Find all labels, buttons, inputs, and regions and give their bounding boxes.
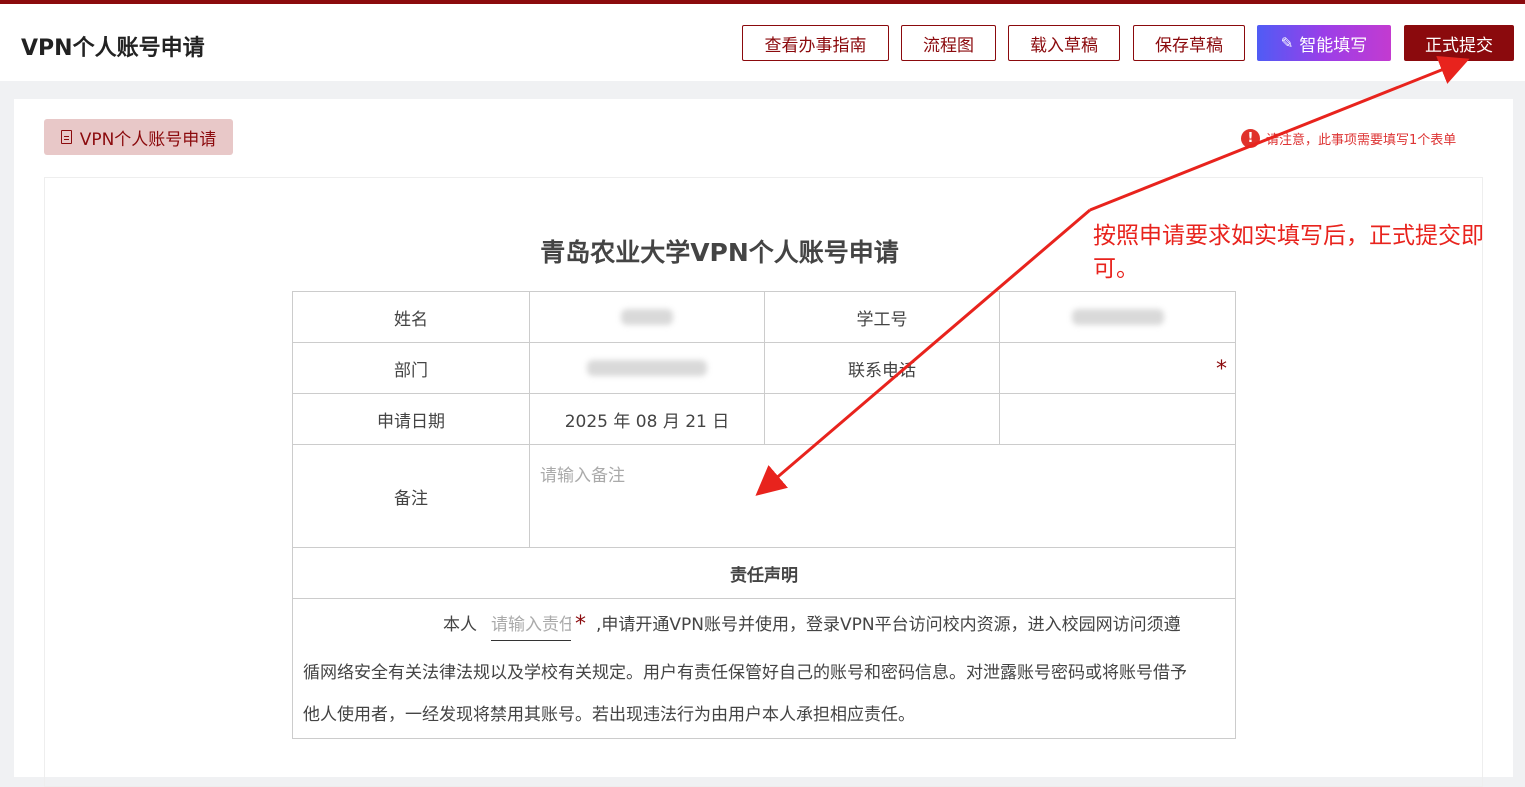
empty-cell — [764, 393, 1000, 445]
declaration-line-3: 他人使用者，一经发现将禁用其账号。若出现违法行为由用户本人承担相应责任。 — [303, 705, 915, 725]
phone-field[interactable]: * — [999, 342, 1236, 394]
table-row: 申请日期 2025 年 08 月 21 日 — [292, 393, 1236, 445]
form-count-notice: ! 请注意，此事项需要填写1个表单 — [1241, 127, 1456, 149]
date-label: 申请日期 — [292, 393, 530, 445]
magic-wand-icon: ✎ — [1280, 34, 1294, 52]
document-icon — [60, 130, 72, 144]
table-row: 备注 请输入备注 — [292, 444, 1236, 548]
smart-fill-button[interactable]: ✎ 智能填写 — [1257, 25, 1391, 61]
table-row: 责任声明 — [292, 547, 1236, 599]
declaration-body: 本人请输入责任人* ,申请开通VPN账号并使用，登录VPN平台访问校内资源，进入校… — [292, 598, 1236, 739]
declaration-line-2: 循网络安全有关法律法规以及学校有关规定。用户有责任保管好自己的账号和密码信息。对… — [303, 663, 1187, 683]
warning-icon: ! — [1241, 128, 1260, 148]
dept-value[interactable] — [529, 342, 765, 394]
page-title: VPN个人账号申请 — [21, 36, 205, 61]
responsible-person-input[interactable]: 请输入责任人 — [491, 610, 571, 641]
declaration-heading: 责任声明 — [292, 547, 1236, 599]
table-row: 姓名 学工号 — [292, 291, 1236, 343]
flowchart-button[interactable]: 流程图 — [901, 25, 996, 61]
name-value[interactable] — [529, 291, 765, 343]
redacted-id — [1071, 309, 1164, 325]
save-draft-button[interactable]: 保存草稿 — [1133, 25, 1245, 61]
notice-text: 请注意，此事项需要填写1个表单 — [1266, 132, 1457, 148]
phone-label: 联系电话 — [764, 342, 1000, 394]
redacted-name — [621, 309, 673, 325]
application-form-table: 姓名 学工号 部门 联系电话 * 申请日期 2025 年 08 月 21 日 备… — [292, 291, 1236, 739]
date-value[interactable]: 2025 年 08 月 21 日 — [529, 393, 765, 445]
declaration-prefix: 本人 — [443, 615, 477, 635]
required-mark: * — [1216, 357, 1227, 382]
page-header: VPN个人账号申请 查看办事指南 流程图 载入草稿 保存草稿 ✎ 智能填写 正式… — [0, 4, 1525, 81]
load-draft-button[interactable]: 载入草稿 — [1008, 25, 1120, 61]
smart-fill-label: 智能填写 — [1299, 35, 1368, 56]
annotation-text: 按照申请要求如实填写后，正式提交即可。 — [1093, 223, 1484, 282]
redacted-dept — [587, 360, 707, 376]
dept-label: 部门 — [292, 342, 530, 394]
note-textarea[interactable]: 请输入备注 — [529, 444, 1236, 548]
required-mark: * — [575, 612, 586, 637]
id-value[interactable] — [999, 291, 1236, 343]
note-label: 备注 — [292, 444, 530, 548]
table-row: 本人请输入责任人* ,申请开通VPN账号并使用，登录VPN平台访问校内资源，进入校… — [292, 598, 1236, 739]
declaration-line-1: ,申请开通VPN账号并使用，登录VPN平台访问校内资源，进入校园网访问须遵 — [596, 615, 1181, 635]
form-tab-label: VPN个人账号申请 — [79, 129, 217, 150]
name-label: 姓名 — [292, 291, 530, 343]
table-row: 部门 联系电话 * — [292, 342, 1236, 394]
note-placeholder: 请输入备注 — [540, 466, 625, 486]
id-label: 学工号 — [764, 291, 1000, 343]
form-tab[interactable]: VPN个人账号申请 — [44, 119, 233, 155]
guide-button[interactable]: 查看办事指南 — [742, 25, 889, 61]
submit-button[interactable]: 正式提交 — [1404, 25, 1514, 61]
empty-cell — [999, 393, 1236, 445]
